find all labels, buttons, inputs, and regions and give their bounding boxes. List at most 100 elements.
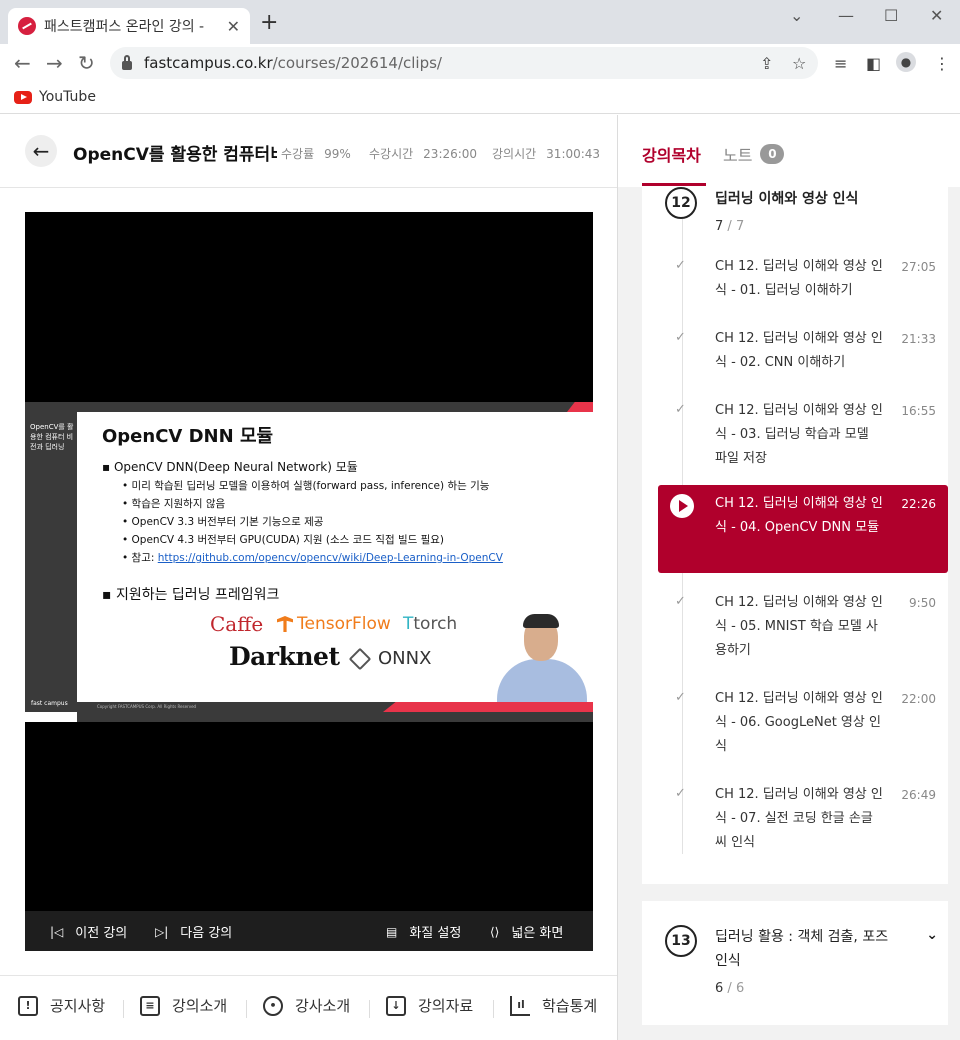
materials-button[interactable]: ↓ 강의자료 (386, 995, 473, 1016)
new-tab-button[interactable]: + (260, 12, 278, 34)
clip-item[interactable]: ✓ CH 12. 딥러닝 이해와 영상 인식 - 06. GoogLeNet 영… (642, 685, 948, 769)
tab-close-icon[interactable]: ✕ (227, 17, 240, 36)
check-icon: ✓ (675, 258, 686, 273)
wide-screen-button[interactable]: ⟨⟩ 넓은 화면 (490, 922, 563, 942)
slide-sub-bullet: • OpenCV 3.3 버전부터 기본 기능으로 제공 (122, 516, 324, 528)
slide-side-logo: fast campus (31, 700, 68, 707)
bookmark-youtube[interactable]: YouTube (39, 89, 96, 105)
skip-prev-icon: |◁ (50, 924, 64, 939)
tab-toc[interactable]: 강의목차 (642, 142, 701, 166)
check-icon: ✓ (675, 786, 686, 801)
maximize-icon[interactable]: ☐ (884, 6, 898, 25)
clip-duration: 26:49 (901, 788, 936, 802)
slide-copyright: Copyright FASTCAMPUS Corp. All Rights Re… (97, 704, 197, 709)
clip-title: CH 12. 딥러닝 이해와 영상 인식 - 02. CNN 이해하기 (715, 331, 883, 370)
close-window-icon[interactable]: ✕ (930, 6, 943, 25)
forward-icon[interactable]: → (46, 52, 63, 74)
address-bar[interactable]: fastcampus.co.kr /courses/202614/clips/ … (110, 47, 818, 79)
play-icon (670, 494, 694, 518)
slide-sidebar: OpenCV를 활용한 컴퓨터 비전과 딥러닝 fast campus (25, 412, 77, 712)
clip-item-active[interactable]: CH 12. 딥러닝 이해와 영상 인식 - 04. OpenCV DNN 모듈… (658, 485, 948, 573)
wide-screen-icon: ⟨⟩ (490, 924, 500, 939)
lecture-time-meta: 강의시간 31:00:43 (492, 147, 601, 161)
slide-heading: OpenCV DNN 모듈 (102, 426, 274, 447)
course-header: ← OpenCV를 활용한 컴퓨터비 수강률 99% 수강시간 23:26:00 강… (0, 115, 617, 188)
progress-meta: 수강률 99% (281, 147, 351, 161)
instructor-intro-button[interactable]: • 강사소개 (263, 995, 350, 1016)
clip-title: CH 12. 딥러닝 이해와 영상 인식 - 07. 실전 코딩 한글 손글씨 … (715, 787, 883, 850)
video-player[interactable]: OpenCV를 활용한 컴퓨터 비전과 딥러닝 fast campus Open… (25, 212, 593, 951)
player-controls: |◁ 이전 강의 ▷| 다음 강의 ▤ 화질 설정 ⟨⟩ 넓은 화면 (25, 911, 593, 951)
menu-icon[interactable]: ⋮ (934, 54, 950, 73)
main-content: ← OpenCV를 활용한 컴퓨터비 수강률 99% 수강시간 23:26:00 강… (0, 115, 617, 1040)
slide-bullet-2: ▪ 지원하는 딥러닝 프레임워크 (102, 587, 280, 603)
course-intro-button[interactable]: ≡ 강의소개 (140, 995, 227, 1016)
clip-item[interactable]: ✓ CH 12. 딥러닝 이해와 영상 인식 - 05. MNIST 학습 모델… (642, 589, 948, 673)
star-icon[interactable]: ☆ (792, 54, 806, 73)
minimize-window-icon[interactable]: — (838, 6, 854, 25)
active-tab-indicator (642, 183, 706, 186)
clip-item[interactable]: ✓ CH 12. 딥러닝 이해와 영상 인식 - 02. CNN 이해하기 21… (642, 325, 948, 385)
bookmarks-bar: YouTube (0, 82, 960, 114)
section-13-card[interactable]: 13 딥러닝 활용 : 객체 검출, 포즈 인식 ⌄ 6 / 6 (642, 901, 948, 1025)
skip-next-icon: ▷| (155, 924, 169, 939)
check-icon: ✓ (675, 690, 686, 705)
lock-icon (122, 54, 132, 70)
url-path: /courses/202614/clips/ (272, 54, 442, 72)
course-title: OpenCV를 활용한 컴퓨터비 (73, 145, 277, 165)
divider (246, 1000, 247, 1018)
clip-title: CH 12. 딥러닝 이해와 영상 인식 - 03. 딥러닝 학습과 모델 파일… (715, 403, 883, 466)
download-icon: ↓ (386, 995, 406, 1016)
caffe-logo: Caffe (210, 612, 264, 636)
share-icon[interactable]: ⇪ (760, 54, 773, 73)
prev-lecture-button[interactable]: |◁ 이전 강의 (50, 922, 127, 942)
watch-time-meta: 수강시간 23:26:00 (369, 147, 478, 161)
profile-icon[interactable]: ● (896, 52, 916, 72)
note-count-badge: 0 (760, 144, 785, 164)
presenter-image (497, 614, 587, 719)
section-12-card: 12 딥러닝 이해와 영상 인식 7 / 7 ✓ CH 12. 딥러닝 이해와 … (642, 187, 948, 884)
clip-item[interactable]: ✓ CH 12. 딥러닝 이해와 영상 인식 - 07. 실전 코딩 한글 손글… (642, 781, 948, 865)
fastcampus-favicon-icon (18, 17, 36, 35)
check-icon: ✓ (675, 402, 686, 417)
torch-logo: Ttorch (403, 614, 458, 634)
arrow-left-icon: ← (32, 139, 50, 163)
clip-title: CH 12. 딥러닝 이해와 영상 인식 - 05. MNIST 학습 모델 사… (715, 595, 883, 658)
slide-top-bar (25, 402, 593, 412)
back-icon[interactable]: ← (14, 52, 31, 74)
section-progress: 7 / 7 (715, 219, 745, 234)
onnx-logo: ONNX (352, 648, 431, 669)
section-title: 딥러닝 활용 : 객체 검출, 포즈 인식 (715, 929, 889, 969)
url-host: fastcampus.co.kr (144, 54, 273, 72)
quality-settings-button[interactable]: ▤ 화질 설정 (386, 922, 461, 942)
section-number-badge: 12 (665, 187, 697, 219)
section-title[interactable]: 딥러닝 이해와 영상 인식 (715, 188, 858, 208)
clip-duration: 21:33 (901, 332, 936, 346)
browser-tab[interactable]: 패스트캠퍼스 온라인 강의 - ✕ (8, 8, 250, 44)
media-icon[interactable]: ≡ (834, 54, 847, 73)
clip-duration: 22:26 (901, 497, 936, 511)
back-button[interactable]: ← (25, 135, 57, 167)
notice-button[interactable]: ! 공지사항 (18, 995, 105, 1016)
slide-side-title: OpenCV를 활용한 컴퓨터 비전과 딥러닝 (30, 423, 74, 451)
person-icon: • (263, 995, 283, 1016)
clip-title: CH 12. 딥러닝 이해와 영상 인식 - 06. GoogLeNet 영상 … (715, 691, 883, 754)
clip-duration: 22:00 (901, 692, 936, 706)
clip-item[interactable]: ✓ CH 12. 딥러닝 이해와 영상 인식 - 03. 딥러닝 학습과 모델 … (642, 397, 948, 481)
next-lecture-button[interactable]: ▷| 다음 강의 (155, 922, 232, 942)
slide-sub-bullet: • OpenCV 4.3 버전부터 GPU(CUDA) 지원 (소스 코드 직접… (122, 534, 445, 546)
bar-chart-icon: ıl (510, 995, 530, 1016)
chevron-down-icon[interactable]: ⌄ (926, 927, 938, 943)
sidepanel-icon[interactable]: ◧ (866, 54, 881, 73)
sidebar-tabs: 강의목차 노트 0 (618, 115, 960, 187)
clip-title: CH 12. 딥러닝 이해와 영상 인식 - 01. 딥러닝 이해하기 (715, 259, 883, 298)
clip-item[interactable]: ✓ CH 12. 딥러닝 이해와 영상 인식 - 01. 딥러닝 이해하기 27… (642, 253, 948, 313)
minimize-icon[interactable]: ⌄ (790, 6, 803, 25)
section-progress: 6 / 6 (715, 981, 745, 996)
reload-icon[interactable]: ↻ (78, 52, 95, 74)
slide-ref-link: https://github.com/opencv/opencv/wiki/De… (157, 552, 503, 564)
divider (369, 1000, 370, 1018)
slide-bottom-bar: Copyright FASTCAMPUS Corp. All Rights Re… (77, 702, 593, 722)
stats-button[interactable]: ıl 학습통계 (510, 995, 597, 1016)
tab-note[interactable]: 노트 0 (723, 142, 785, 166)
